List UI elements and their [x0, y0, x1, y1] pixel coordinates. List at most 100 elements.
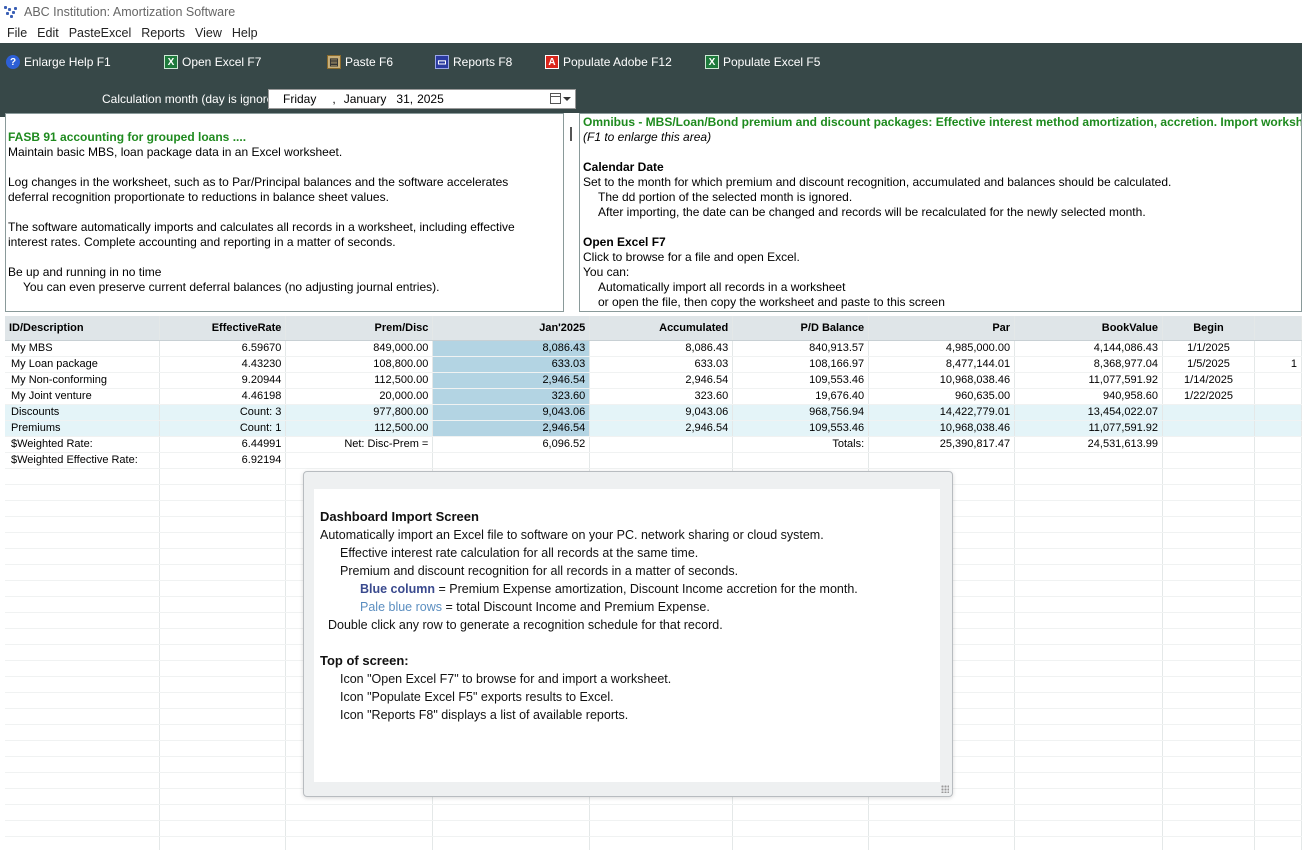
intro-line: deferral recognition proportionate to re… [8, 190, 389, 204]
cell-par: 8,477,144.01 [868, 356, 1016, 373]
col-header-id[interactable]: ID/Description [5, 316, 161, 341]
menu-help[interactable]: Help [232, 26, 258, 40]
empty-cell [1162, 708, 1255, 725]
table-row[interactable]: My MBS 6.59670 849,000.00 8,086.43 8,086.43 8… [5, 340, 1302, 357]
empty-cell [159, 804, 287, 821]
empty-cell [1254, 820, 1302, 837]
dashboard-content: Dashboard Import Screen Automatically im… [314, 489, 940, 782]
open-excel-label: Open Excel F7 [182, 55, 262, 69]
cell-par [868, 452, 1016, 469]
empty-cell [5, 804, 161, 821]
col-header-par[interactable]: Par [868, 316, 1016, 341]
cell-bookvalue: 24,531,613.99 [1014, 436, 1164, 453]
cell-begin: 1/22/2025 [1162, 388, 1255, 405]
empty-cell [1254, 548, 1302, 565]
help-hint: (F1 to enlarge this area) [583, 130, 712, 144]
cell-month: 8,086.43 [432, 340, 591, 357]
empty-cell [1014, 500, 1164, 517]
empty-cell [1014, 740, 1164, 757]
empty-cell [1254, 612, 1302, 629]
menu-reports[interactable]: Reports [141, 26, 185, 40]
table-row[interactable]: $Weighted Effective Rate: 6.92194 [5, 452, 1302, 469]
empty-cell [5, 708, 161, 725]
cell-month: 9,043.06 [432, 404, 591, 421]
empty-cell [1014, 580, 1164, 597]
empty-cell [1162, 772, 1255, 789]
menu-pasteexcel[interactable]: PasteExcel [69, 26, 132, 40]
empty-cell [432, 804, 591, 821]
empty-cell [1162, 548, 1255, 565]
resize-grip-icon[interactable] [941, 785, 949, 793]
date-day[interactable]: 31, [396, 92, 413, 106]
open-excel-button[interactable]: X Open Excel F7 [164, 54, 261, 70]
empty-row [5, 804, 1302, 821]
empty-cell [1254, 660, 1302, 677]
empty-cell [1014, 612, 1164, 629]
empty-cell [1162, 660, 1255, 677]
cell-accumulated: 323.60 [589, 388, 734, 405]
empty-cell [589, 836, 734, 850]
cell-extra [1254, 340, 1302, 357]
enlarge-help-button[interactable]: ? Enlarge Help F1 [6, 54, 111, 70]
calculation-date-picker[interactable]: Friday , January 31, 2025 [268, 89, 576, 109]
table-row[interactable]: My Joint venture 4.46198 20,000.00 323.60 32… [5, 388, 1302, 405]
cell-accumulated [589, 436, 734, 453]
col-header-premdisc[interactable]: Prem/Disc [285, 316, 434, 341]
cell-rate: Count: 3 [159, 404, 287, 421]
cell-par: 25,390,817.47 [868, 436, 1016, 453]
col-header-accumulated[interactable]: Accumulated [589, 316, 734, 341]
cell-premdisc [285, 452, 434, 469]
cell-id: Premiums [5, 420, 161, 437]
cell-pd-balance: 19,676.40 [732, 388, 870, 405]
table-row[interactable]: My Loan package 4.43230 108,800.00 633.03 63… [5, 356, 1302, 373]
empty-cell [1014, 724, 1164, 741]
paste-icon: ▤ [327, 55, 341, 69]
empty-cell [5, 660, 161, 677]
table-row[interactable]: $Weighted Rate: 6.44991 Net: Disc-Prem = 6,… [5, 436, 1302, 453]
table-row[interactable]: Premiums Count: 1 112,500.00 2,946.54 2,946.… [5, 420, 1302, 437]
blue-column-desc: = Premium Expense amortization, Discount… [435, 582, 858, 596]
populate-adobe-button[interactable]: A Populate Adobe F12 [545, 54, 672, 70]
menu-file[interactable]: File [7, 26, 27, 40]
col-header-bookvalue[interactable]: BookValue [1014, 316, 1164, 341]
date-year[interactable]: 2025 [417, 92, 444, 106]
toolbar: ? Enlarge Help F1 X Open Excel F7 ▤ Past… [0, 43, 1302, 117]
help-section-title: Calendar Date [583, 160, 664, 174]
paste-label: Paste F6 [345, 55, 394, 69]
empty-cell [1014, 564, 1164, 581]
help-line: You can: [583, 265, 630, 279]
intro-line: interest rates. Complete accounting and … [8, 235, 396, 249]
populate-excel-button[interactable]: X Populate Excel F5 [705, 54, 820, 70]
empty-cell [1014, 676, 1164, 693]
col-header-begin[interactable]: Begin [1162, 316, 1255, 341]
empty-cell [5, 820, 161, 837]
empty-cell [159, 676, 287, 693]
empty-row [5, 820, 1302, 837]
cell-rate: 6.92194 [159, 452, 287, 469]
empty-cell [5, 692, 161, 709]
table-row[interactable]: Discounts Count: 3 977,800.00 9,043.06 9,043… [5, 404, 1302, 421]
cell-pd-balance: 968,756.94 [732, 404, 870, 421]
calendar-icon[interactable] [550, 93, 561, 104]
paste-button[interactable]: ▤ Paste F6 [327, 54, 393, 70]
reports-button[interactable]: ▭ Reports F8 [435, 54, 512, 70]
col-header-rate[interactable]: EffectiveRate [159, 316, 287, 341]
table-row[interactable]: My Non-conforming 9.20944 112,500.00 2,946.… [5, 372, 1302, 389]
dashboard-blue-column-note: Blue column = Premium Expense amortizati… [320, 580, 940, 598]
cell-pd-balance: 109,553.46 [732, 420, 870, 437]
menu-view[interactable]: View [195, 26, 222, 40]
empty-cell [1254, 468, 1302, 485]
col-header-month[interactable]: Jan'2025 [432, 316, 591, 341]
date-month[interactable]: January [344, 92, 387, 106]
empty-cell [589, 804, 734, 821]
calculation-month-label: Calculation month (day is ignored) [102, 92, 285, 106]
menu-edit[interactable]: Edit [37, 26, 59, 40]
empty-cell [1014, 548, 1164, 565]
col-header-pd-balance[interactable]: P/D Balance [732, 316, 870, 341]
empty-cell [1162, 804, 1255, 821]
chevron-down-icon[interactable] [563, 97, 571, 101]
intro-scrollbar[interactable] [564, 113, 579, 312]
empty-cell [159, 548, 287, 565]
empty-cell [285, 820, 434, 837]
empty-cell [5, 788, 161, 805]
